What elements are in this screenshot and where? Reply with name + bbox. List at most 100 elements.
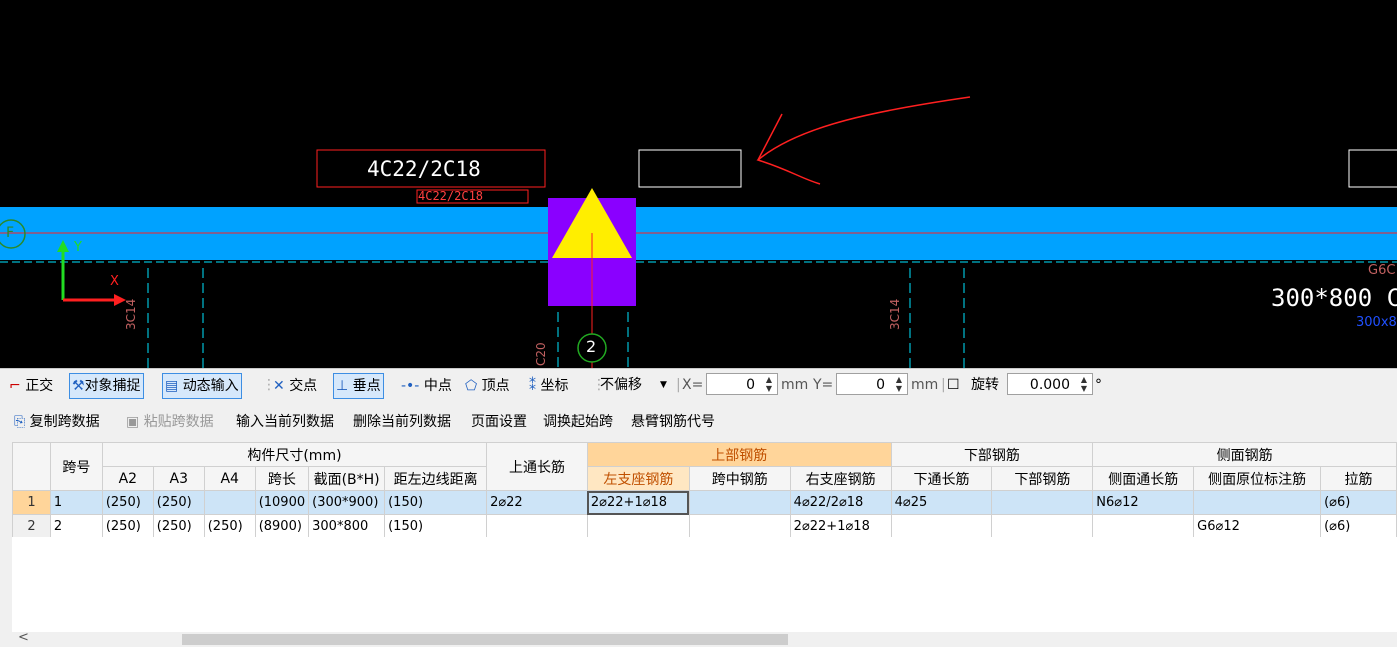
y-label: Y=: [813, 377, 834, 393]
intersection-button[interactable]: ✕ 交点: [270, 373, 320, 399]
cell-tie[interactable]: (⌀6): [1320, 514, 1397, 539]
x-input[interactable]: 0 ▲ ▼: [706, 373, 778, 395]
cell-a4[interactable]: (250): [203, 514, 256, 539]
vertex-button[interactable]: ⬠ 顶点: [462, 373, 513, 399]
cell-a3[interactable]: (250): [152, 514, 205, 539]
header-section[interactable]: 截面(B*H): [308, 466, 386, 491]
cell-left-seat[interactable]: [586, 514, 690, 539]
header-bottom-rebar[interactable]: 下部钢筋: [890, 442, 1094, 467]
ortho-button[interactable]: ⌐ 正交: [6, 373, 56, 399]
cell-side-orig[interactable]: [1193, 490, 1322, 515]
cell-distance[interactable]: (150): [384, 490, 488, 515]
header-a3[interactable]: A3: [152, 466, 205, 491]
header-left-seat[interactable]: 左支座钢筋: [586, 466, 690, 491]
cell-side-through[interactable]: N6⌀12: [1092, 490, 1195, 515]
rotate-checkbox[interactable]: ☐: [947, 373, 960, 397]
empty-label-box[interactable]: [638, 149, 742, 188]
rotate-spinner[interactable]: ▲ ▼: [1078, 375, 1090, 393]
paste-span-button[interactable]: ▣ 粘贴跨数据: [126, 412, 214, 432]
perpendicular-label: 垂点: [352, 378, 381, 394]
cell-a4[interactable]: [203, 490, 256, 515]
cell-a2[interactable]: (250): [101, 490, 154, 515]
cell-left-seat[interactable]: 2⌀22+1⌀18: [586, 490, 690, 515]
cantilever-code-button[interactable]: 悬臂钢筋代号: [631, 412, 715, 432]
cad-canvas[interactable]: 4C22/2C18 4C22/2C18 F 2 Y X 3C14 3C14 C2…: [0, 0, 1397, 368]
cell-top-through[interactable]: 2⌀22: [486, 490, 588, 515]
table-header-row: 跨号 构件尺寸(mm) 上通长筋 上部钢筋 下部钢筋 侧面钢筋: [12, 442, 1397, 491]
header-top-through[interactable]: 上通长筋: [486, 442, 588, 491]
coord-button[interactable]: ⁑ 坐标: [526, 373, 571, 399]
header-side-orig[interactable]: 侧面原位标注筋: [1193, 466, 1322, 491]
perpendicular-button[interactable]: ⊥ 垂点: [333, 373, 384, 399]
horizontal-scrollbar[interactable]: <: [12, 630, 1397, 647]
swap-span-button[interactable]: 调换起始跨: [543, 412, 613, 432]
y-unit: mm: [911, 377, 939, 393]
cell-right-seat[interactable]: 2⌀22+1⌀18: [789, 514, 892, 539]
dynamic-input-button[interactable]: ▤ 动态输入: [162, 373, 242, 399]
header-size[interactable]: 构件尺寸(mm): [101, 442, 488, 467]
header-side-rebar[interactable]: 侧面钢筋: [1092, 442, 1397, 467]
offset-dropdown[interactable]: 不偏移 ▼: [600, 373, 672, 397]
cell-right-seat[interactable]: 4⌀22/2⌀18: [789, 490, 892, 515]
annotation-arrow-head: [757, 113, 783, 161]
header-a4[interactable]: A4: [203, 466, 256, 491]
input-column-button[interactable]: 输入当前列数据: [236, 412, 334, 432]
scrollbar-thumb[interactable]: [182, 634, 788, 645]
snap-button[interactable]: ⚒对象捕捉: [69, 373, 144, 399]
table-empty-area: [12, 537, 1397, 632]
header-right-seat[interactable]: 右支座钢筋: [789, 466, 892, 491]
rotate-input[interactable]: 0.000 ▲ ▼: [1007, 373, 1093, 395]
cell-top-through[interactable]: [486, 514, 588, 539]
right-label-box[interactable]: [1348, 149, 1397, 188]
table-subheader-row: A2 A3 A4 跨长 截面(B*H) 距左边线距离 左支座钢筋 跨中钢筋 右支…: [13, 466, 1397, 491]
header-tie[interactable]: 拉筋: [1320, 466, 1397, 491]
cell-span-length[interactable]: (10900: [254, 490, 310, 515]
cell-bottom-rebar[interactable]: [991, 490, 1094, 515]
cell-span[interactable]: 2: [49, 514, 103, 539]
cell-tie[interactable]: (⌀6): [1320, 490, 1397, 515]
cell-mid[interactable]: [688, 514, 791, 539]
cell-bottom-through[interactable]: 4⌀25: [890, 490, 993, 515]
cell-section[interactable]: 300*800: [308, 514, 386, 539]
header-side-through[interactable]: 侧面通长筋: [1092, 466, 1195, 491]
y-input[interactable]: 0 ▲ ▼: [836, 373, 908, 395]
header-bottom-rebar-col[interactable]: 下部钢筋: [991, 466, 1094, 491]
header-a2[interactable]: A2: [101, 466, 154, 491]
cell-span[interactable]: 1: [49, 490, 103, 515]
cad-drawing[interactable]: [0, 0, 1397, 368]
y-spinner[interactable]: ▲ ▼: [893, 375, 905, 393]
page-setup-button[interactable]: 页面设置: [471, 412, 527, 432]
cell-section[interactable]: (300*900): [308, 490, 386, 515]
header-mid[interactable]: 跨中钢筋: [688, 466, 791, 491]
axis-label-f: F: [6, 225, 15, 241]
table-row[interactable]: 2 2 (250) (250) (250) (8900) 300*800 (15…: [12, 514, 1397, 539]
degree-symbol: °: [1095, 377, 1102, 393]
cell-span-length[interactable]: (8900): [254, 514, 310, 539]
beam-label-primary: 4C22/2C18: [367, 157, 481, 181]
copy-icon: ⎘: [14, 414, 26, 430]
copy-span-label: 复制跨数据: [29, 414, 100, 430]
midpoint-button[interactable]: -•- 中点: [398, 373, 455, 399]
header-top-rebar[interactable]: 上部钢筋: [586, 442, 892, 467]
table-row[interactable]: 1 1 (250) (250) (10900 (300*900) (150) 2…: [12, 490, 1397, 515]
header-span[interactable]: 跨号: [49, 442, 103, 491]
header-distance[interactable]: 距左边线距离: [384, 466, 488, 491]
delete-column-button[interactable]: 删除当前列数据: [353, 412, 451, 432]
cell-a2[interactable]: (250): [101, 514, 154, 539]
cell-mid[interactable]: [688, 490, 791, 515]
copy-span-button[interactable]: ⎘ 复制跨数据: [14, 412, 100, 432]
scroll-left-icon[interactable]: <: [18, 630, 29, 645]
cell-a3[interactable]: (250): [152, 490, 205, 515]
cell-side-through[interactable]: [1092, 514, 1195, 539]
x-spinner[interactable]: ▲ ▼: [763, 375, 775, 393]
cell-bottom-rebar[interactable]: [991, 514, 1094, 539]
header-span-length[interactable]: 跨长: [254, 466, 310, 491]
row-number[interactable]: 1: [12, 490, 51, 515]
row-number[interactable]: 2: [12, 514, 51, 539]
header-bottom-through[interactable]: 下通长筋: [890, 466, 993, 491]
cell-side-orig[interactable]: G6⌀12: [1193, 514, 1322, 539]
cell-bottom-through[interactable]: [890, 514, 993, 539]
cell-distance[interactable]: (150): [384, 514, 488, 539]
rebar-label-mid: 3C14: [888, 298, 902, 330]
perpendicular-icon: ⊥: [336, 378, 349, 394]
